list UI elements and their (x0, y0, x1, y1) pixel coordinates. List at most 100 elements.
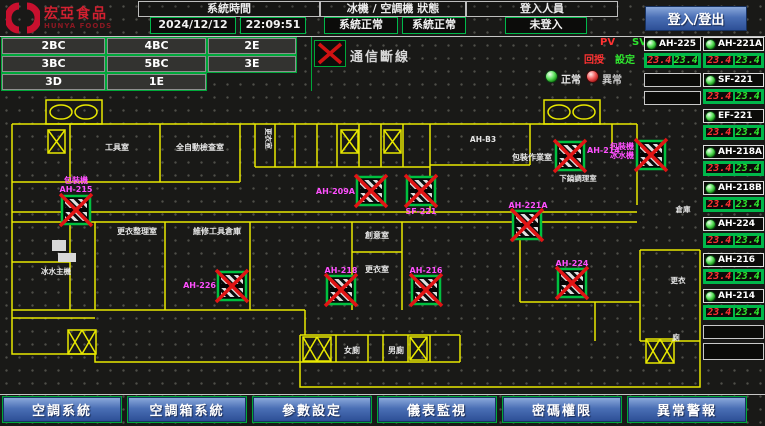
pv-legend: PV (600, 37, 615, 48)
plan-unit-packer-chiller[interactable]: 包裝機 冰水機 (609, 139, 667, 171)
unit-EF-221-values: 23.4 23.4 (703, 125, 764, 140)
unit-EF-221[interactable]: EF-221 (703, 109, 764, 123)
plan-unit-ah218[interactable]: AH-218 (325, 266, 358, 306)
pv-value: 23.4 (705, 271, 734, 282)
hunya-logo-icon (6, 2, 40, 34)
unit-AH-214-values: 23.4 23.4 (703, 305, 764, 320)
login-user-header: 登入人員 (466, 1, 618, 17)
room-label-creative: 創意室 (364, 230, 389, 240)
status-led-icon (705, 183, 716, 194)
unit-AH-218A[interactable]: AH-218A (703, 145, 764, 159)
pv-value: 23.4 (705, 91, 734, 102)
plan-unit-ah209a[interactable]: AH-209A (316, 175, 387, 207)
floor-plan: 包裝機 AH-215 AH-226 AH-209A SF-221 AH-218 … (0, 92, 765, 395)
plan-unit-label: 包裝機 (63, 175, 88, 185)
abnormal-led-icon (586, 70, 599, 83)
sv-value: 23.4 (673, 55, 700, 66)
room-label-dressing-sort: 更衣整理室 (117, 226, 157, 236)
floor-selector: 2BC 4BC 2E 3BC 5BC 3E 3D 1E (2, 38, 296, 90)
room-label-dressing-top: 更衣室 (264, 128, 273, 149)
unit-name: AH-221A (718, 39, 762, 49)
system-time-value: 22:09:51 (240, 17, 306, 34)
nav-parameter-settings[interactable]: 參數設定 (253, 397, 371, 422)
sv-value: 23.4 (734, 271, 763, 282)
unit-AH-221A-values: 23.4 23.4 (703, 53, 764, 68)
unit-AH-224-values: 23.4 23.4 (703, 233, 764, 248)
room-label-cooking: 下鍋調理室 (559, 173, 597, 183)
pv-value: 23.4 (705, 235, 734, 246)
unit-AH-214[interactable]: AH-214 (703, 289, 764, 303)
pv-value: 23.4 (646, 55, 673, 66)
plan-unit-label: AH-224 (556, 259, 589, 268)
unit-name: EF-221 (718, 111, 753, 121)
brand-name: 宏亞食品 (44, 7, 112, 22)
pv-value: 23.4 (705, 163, 734, 174)
room-label-toilet-w: 女廁 (344, 345, 360, 355)
room-label-storage: 倉庫 (675, 204, 691, 214)
room-label-dressing-right: 更衣 (671, 275, 686, 285)
unit-SF-221-values: 23.4 23.4 (703, 89, 764, 104)
login-logout-button[interactable]: 登入/登出 (645, 6, 747, 31)
login-status-value: 未登入 (505, 17, 587, 34)
plan-unit-ah221a[interactable]: AH-221A (508, 201, 548, 241)
unit-AH-225-values: 23.4 23.4 (644, 53, 701, 68)
unit-AH-224[interactable]: AH-224 (703, 217, 764, 231)
unit-name: AH-218A (718, 147, 762, 157)
floor-button-2bc[interactable]: 2BC (2, 38, 105, 54)
normal-led-icon (545, 70, 558, 83)
ahu-status-value: 系統正常 (402, 17, 466, 34)
unit-AH-221A[interactable]: AH-221A (703, 37, 764, 51)
unit-AH-216-values: 23.4 23.4 (703, 269, 764, 284)
unit-SF-221[interactable]: SF-221 (703, 73, 764, 87)
status-led-icon (705, 147, 716, 158)
comm-loss-label: 通信斷線 (350, 46, 410, 65)
elevator-icon (544, 100, 600, 124)
stairs-icon (48, 130, 65, 153)
plan-unit-ah215[interactable]: 包裝機 AH-215 (60, 175, 93, 226)
nav-password-authority[interactable]: 密碼權限 (503, 397, 621, 422)
room-label-toilet-right: 廁 (672, 332, 680, 342)
room-label-toilet-m: 男廁 (388, 345, 404, 355)
plan-unit-ah226[interactable]: AH-226 (183, 270, 248, 302)
status-led-icon (705, 219, 716, 230)
plan-unit-label: AH-221A (508, 201, 548, 210)
system-time-header: 系統時間 (138, 1, 320, 17)
floor-button-4bc[interactable]: 4BC (107, 38, 206, 54)
unit-AH-218B-values: 23.4 23.4 (703, 197, 764, 212)
unit-name: AH-224 (718, 219, 755, 229)
floor-button-1e[interactable]: 1E (107, 74, 206, 90)
sv-value: 23.4 (734, 55, 763, 66)
nav-abnormal-alarm[interactable]: 異常警報 (628, 397, 746, 422)
plan-unit-ah216[interactable]: AH-216 (410, 266, 443, 306)
nav-ahu-system[interactable]: 空調箱系統 (128, 397, 246, 422)
floor-button-5bc[interactable]: 5BC (107, 56, 206, 72)
empty-slot (703, 325, 764, 339)
nav-ac-system[interactable]: 空調系統 (3, 397, 121, 422)
room-label-maintenance: 維修工具倉庫 (193, 226, 241, 236)
floor-button-2e[interactable]: 2E (208, 38, 296, 54)
sv-value: 23.4 (734, 163, 763, 174)
sv-value: 23.4 (734, 127, 763, 138)
unit-AH-218B[interactable]: AH-218B (703, 181, 764, 195)
stairs-icon (68, 330, 96, 354)
stairs-icon (384, 130, 401, 153)
floor-button-3bc[interactable]: 3BC (2, 56, 105, 72)
plan-unit-ah224[interactable]: AH-224 (556, 259, 589, 299)
empty-slot (703, 343, 764, 360)
empty-slot (644, 91, 701, 105)
floor-button-3d[interactable]: 3D (2, 74, 105, 90)
status-led-icon (705, 255, 716, 266)
unit-AH-225[interactable]: AH-225 (644, 37, 701, 51)
plan-unit-sf221[interactable]: SF-221 (405, 175, 437, 216)
stairs-icon (303, 337, 331, 361)
chiller-machine-icon (52, 240, 76, 262)
elevator-icon (46, 100, 102, 124)
plan-unit-label: AH-216 (410, 266, 443, 275)
unit-AH-218A-values: 23.4 23.4 (703, 161, 764, 176)
pv-desc-legend: 回授 (584, 51, 604, 66)
nav-meter-monitoring[interactable]: 儀表監視 (378, 397, 496, 422)
unit-AH-216[interactable]: AH-216 (703, 253, 764, 267)
floor-button-3e[interactable]: 3E (208, 56, 296, 72)
pv-value: 23.4 (705, 127, 734, 138)
sv-value: 23.4 (734, 91, 763, 102)
